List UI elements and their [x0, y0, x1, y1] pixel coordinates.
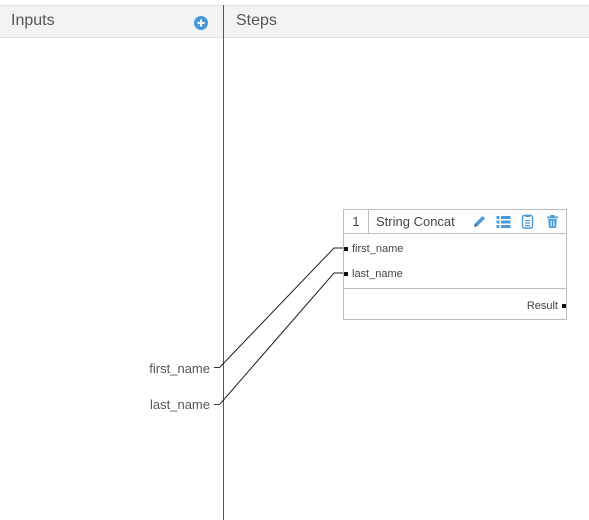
edit-step-button[interactable]	[472, 214, 487, 229]
delete-step-button[interactable]	[545, 214, 560, 229]
panel-header-bar	[0, 5, 589, 38]
add-input-button[interactable]	[194, 16, 208, 30]
pencil-icon	[474, 216, 485, 227]
step-card[interactable]: 1 String Concat first_name last_name Res…	[343, 209, 567, 320]
input-last-name[interactable]: last_name	[90, 397, 210, 412]
panel-divider	[223, 5, 224, 520]
connector-first-name	[219, 247, 344, 368]
input-first-name[interactable]: first_name	[90, 361, 210, 376]
output-connector-dot[interactable]	[562, 304, 566, 308]
trash-icon	[547, 215, 558, 228]
input-connector-handle[interactable]	[214, 404, 220, 405]
param-connector-dot[interactable]	[344, 272, 348, 276]
step-output-label: Result	[526, 300, 558, 312]
step-param-last-name: last_name	[352, 268, 403, 280]
input-connector-handle[interactable]	[214, 367, 220, 368]
step-number: 1	[344, 210, 369, 233]
copy-step-button[interactable]	[520, 214, 535, 229]
connector-last-name	[219, 272, 344, 405]
list-icon	[496, 216, 511, 228]
list-step-button[interactable]	[496, 214, 511, 229]
step-header: 1 String Concat	[344, 210, 566, 234]
param-connector-dot[interactable]	[344, 247, 348, 251]
step-name: String Concat	[376, 214, 455, 229]
step-separator	[344, 288, 566, 289]
steps-panel-title: Steps	[236, 12, 277, 29]
inputs-panel-title: Inputs	[11, 12, 55, 29]
workflow-canvas: Inputs Steps first_name last_name 1 Stri…	[0, 0, 589, 520]
copy-icon	[521, 214, 534, 229]
step-param-first-name: first_name	[352, 243, 404, 255]
plus-circle-icon	[194, 16, 208, 30]
